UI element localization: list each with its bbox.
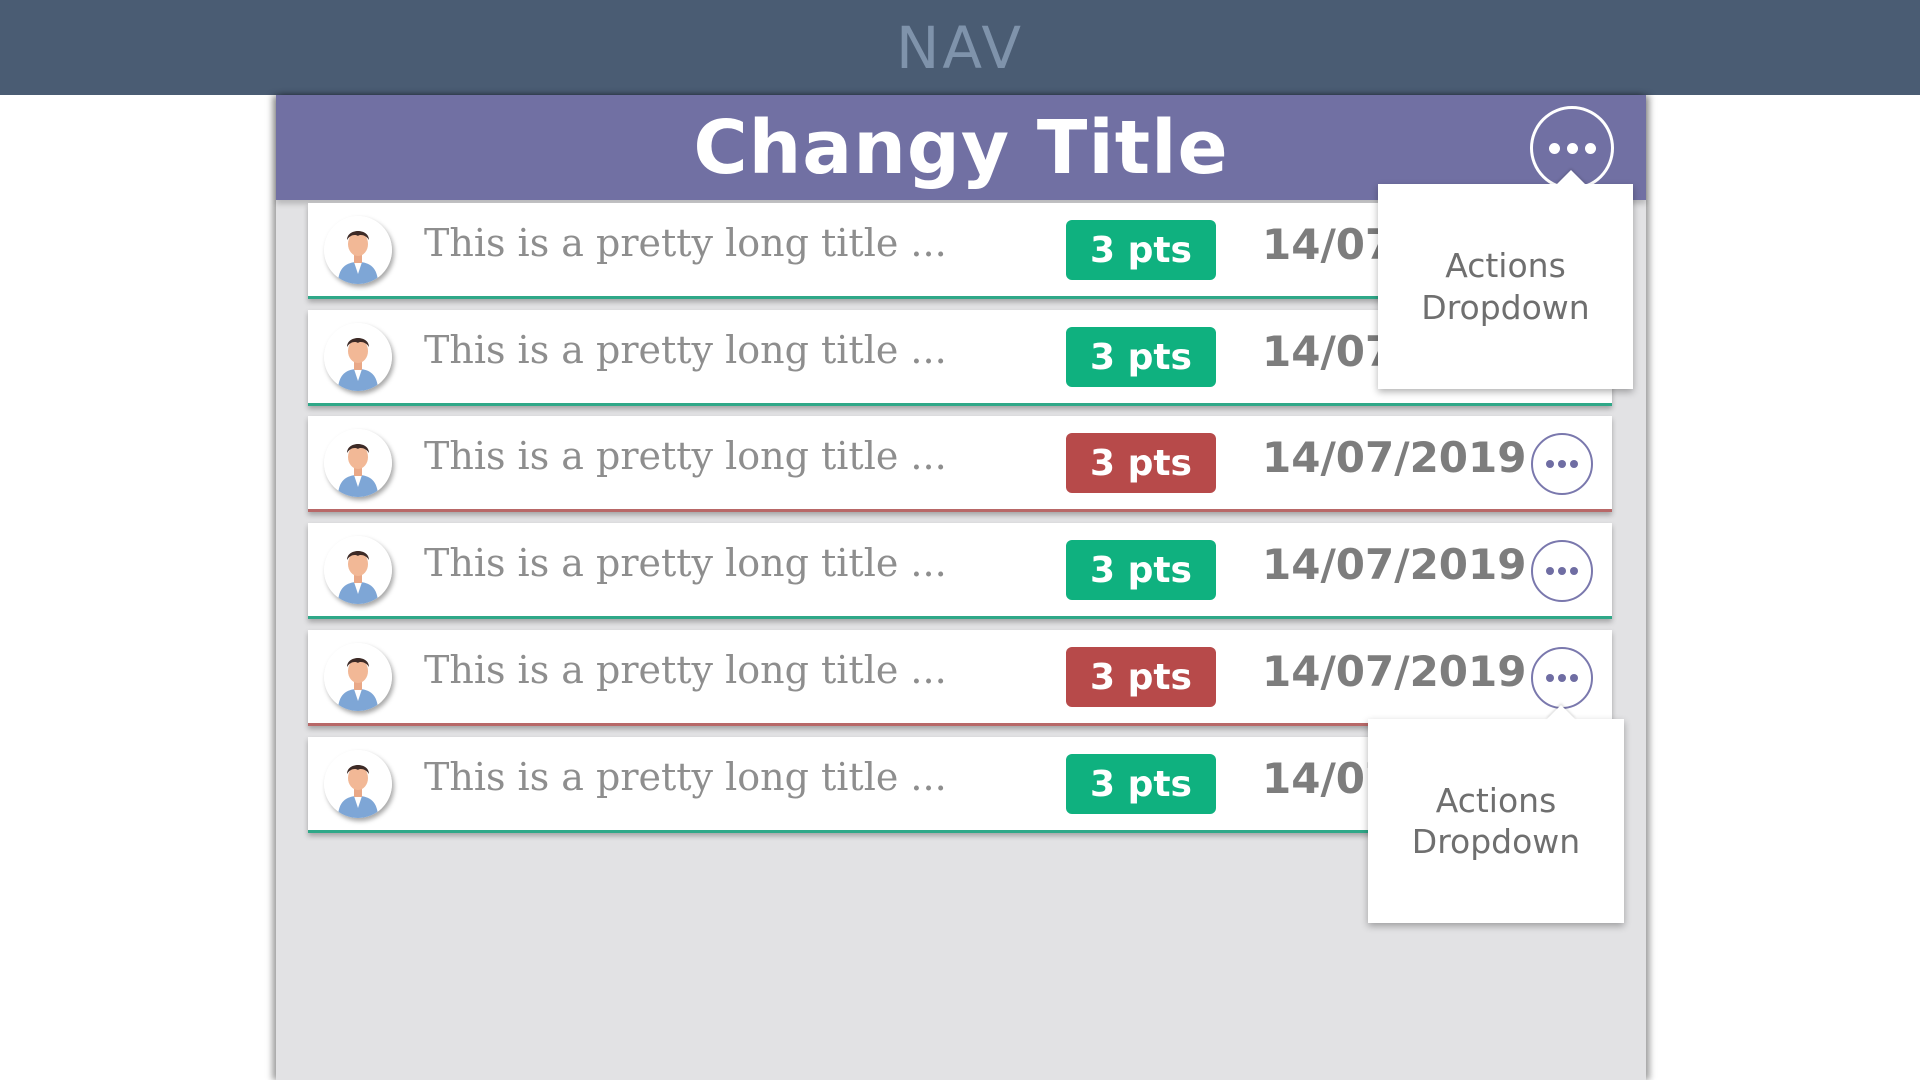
points-badge: 3 pts xyxy=(1066,647,1216,707)
header-actions-dropdown[interactable]: Actions Dropdown xyxy=(1378,184,1633,389)
points-badge: 3 pts xyxy=(1066,433,1216,493)
more-dot xyxy=(1584,142,1596,154)
more-horizontal-icon xyxy=(1546,567,1554,575)
dropdown-label: Actions Dropdown xyxy=(1411,780,1581,861)
row-actions-button[interactable] xyxy=(1531,647,1593,709)
points-badge: 3 pts xyxy=(1066,754,1216,814)
user-avatar-icon xyxy=(324,750,392,818)
user-avatar-icon xyxy=(324,323,392,391)
more-dot xyxy=(1558,674,1566,682)
user-avatar-icon xyxy=(324,536,392,604)
row-date: 14/07/2019 xyxy=(1262,433,1527,482)
nav-label: NAV xyxy=(895,13,1025,82)
user-avatar-icon xyxy=(324,643,392,711)
dropdown-label: Actions Dropdown xyxy=(1421,246,1590,327)
row-title[interactable]: This is a pretty long title ... xyxy=(424,221,947,265)
row-title[interactable]: This is a pretty long title ... xyxy=(424,648,947,692)
more-horizontal-icon xyxy=(1548,142,1560,154)
more-dot xyxy=(1558,460,1566,468)
row-title[interactable]: This is a pretty long title ... xyxy=(424,328,947,372)
row-actions-button[interactable] xyxy=(1531,433,1593,495)
row-actions-button[interactable] xyxy=(1531,540,1593,602)
more-dot xyxy=(1570,460,1578,468)
user-avatar-icon xyxy=(324,429,392,497)
points-badge: 3 pts xyxy=(1066,540,1216,600)
more-dot xyxy=(1570,674,1578,682)
list-item[interactable]: This is a pretty long title ... 3 pts 14… xyxy=(308,630,1612,726)
more-dot xyxy=(1558,567,1566,575)
more-dot xyxy=(1570,567,1578,575)
points-badge: 3 pts xyxy=(1066,220,1216,280)
more-horizontal-icon xyxy=(1546,674,1554,682)
list-item[interactable]: This is a pretty long title ... 3 pts 14… xyxy=(308,416,1612,512)
user-avatar-icon xyxy=(324,216,392,284)
more-dot xyxy=(1566,142,1578,154)
row-title[interactable]: This is a pretty long title ... xyxy=(424,755,947,799)
list-item[interactable]: This is a pretty long title ... 3 pts 14… xyxy=(308,523,1612,619)
top-nav-bar: NAV xyxy=(0,0,1920,95)
more-horizontal-icon xyxy=(1546,460,1554,468)
row-actions-dropdown[interactable]: Actions Dropdown xyxy=(1368,719,1624,923)
row-title[interactable]: This is a pretty long title ... xyxy=(424,541,947,585)
row-date: 14/07/2019 xyxy=(1262,647,1527,696)
row-title[interactable]: This is a pretty long title ... xyxy=(424,434,947,478)
row-date: 14/07/2019 xyxy=(1262,540,1527,589)
points-badge: 3 pts xyxy=(1066,327,1216,387)
page-title: Changy Title xyxy=(693,104,1229,191)
